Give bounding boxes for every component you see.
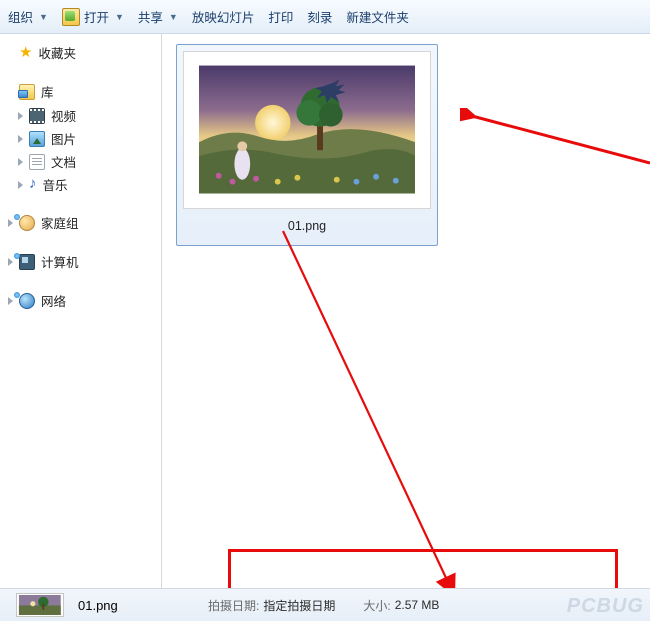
toolbar-slideshow[interactable]: 放映幻灯片 — [192, 7, 255, 26]
sidebar-item-label: 视频 — [51, 106, 76, 125]
video-icon — [29, 108, 45, 124]
toolbar: 组织 ▼ 打开 ▼ 共享 ▼ 放映幻灯片 打印 刻录 新建文件夹 — [0, 0, 650, 34]
expand-icon — [8, 219, 13, 227]
open-icon — [62, 8, 80, 26]
chevron-down-icon: ▼ — [169, 12, 178, 22]
sidebar-item-network[interactable]: 网络 — [0, 288, 161, 313]
libraries-group: 库 视频 图片 文档 ♪ 音乐 — [0, 79, 161, 196]
music-icon: ♪ — [29, 177, 37, 193]
details-size-value: 2.57 MB — [395, 598, 440, 612]
toolbar-newfolder[interactable]: 新建文件夹 — [346, 7, 409, 26]
file-thumbnail-selected[interactable]: 01.png — [176, 44, 438, 246]
sidebar-item-label: 音乐 — [43, 175, 68, 194]
documents-icon — [29, 154, 45, 170]
expand-icon — [8, 297, 13, 305]
sidebar-item-pictures[interactable]: 图片 — [0, 127, 161, 150]
favorites-header[interactable]: ★ 收藏夹 — [0, 40, 161, 65]
libraries-label: 库 — [41, 82, 54, 101]
details-date-value[interactable]: 指定拍摄日期 — [263, 597, 335, 614]
expand-icon — [18, 158, 23, 166]
sidebar-item-music[interactable]: ♪ 音乐 — [0, 173, 161, 196]
network-icon — [19, 293, 35, 309]
expand-icon — [18, 112, 23, 120]
toolbar-share-label: 共享 — [138, 7, 163, 26]
toolbar-burn-label: 刻录 — [307, 7, 332, 26]
toolbar-share[interactable]: 共享 ▼ — [138, 7, 178, 26]
expand-icon — [18, 135, 23, 143]
star-icon: ★ — [19, 46, 32, 60]
pictures-icon — [29, 131, 45, 147]
toolbar-newfolder-label: 新建文件夹 — [346, 7, 409, 26]
sidebar-item-label: 家庭组 — [41, 213, 79, 232]
sidebar-item-label: 图片 — [51, 129, 76, 148]
landscape-preview-icon — [18, 595, 62, 616]
main-area: ★ 收藏夹 库 视频 图片 文档 — [0, 34, 650, 588]
details-pane: 01.png 拍摄日期: 指定拍摄日期 大小: 2.57 MB — [0, 588, 650, 621]
file-name-label: 01.png — [183, 219, 431, 239]
expand-icon — [8, 258, 13, 266]
details-date-label: 拍摄日期: — [208, 597, 259, 614]
details-thumbnail — [16, 593, 64, 617]
toolbar-burn[interactable]: 刻录 — [307, 7, 332, 26]
chevron-down-icon: ▼ — [39, 12, 48, 22]
computer-icon — [19, 254, 35, 270]
toolbar-organize[interactable]: 组织 ▼ — [8, 7, 48, 26]
sidebar-item-label: 文档 — [51, 152, 76, 171]
toolbar-print[interactable]: 打印 — [268, 7, 293, 26]
toolbar-open[interactable]: 打开 ▼ — [62, 7, 124, 26]
sidebar-item-homegroup[interactable]: 家庭组 — [0, 210, 161, 235]
expand-icon — [18, 181, 23, 189]
thumbnail-image — [183, 51, 431, 209]
landscape-preview-icon — [199, 64, 415, 195]
sidebar-item-label: 网络 — [41, 291, 66, 310]
sidebar-item-label: 计算机 — [41, 252, 79, 271]
library-icon — [19, 84, 35, 100]
file-list-pane[interactable]: 01.png — [162, 34, 650, 588]
details-filename: 01.png — [78, 598, 208, 613]
toolbar-organize-label: 组织 — [8, 7, 33, 26]
navigation-pane: ★ 收藏夹 库 视频 图片 文档 — [0, 34, 162, 588]
libraries-header[interactable]: 库 — [0, 79, 161, 104]
details-size-label: 大小: — [363, 597, 390, 614]
favorites-group: ★ 收藏夹 — [0, 40, 161, 65]
sidebar-item-computer[interactable]: 计算机 — [0, 249, 161, 274]
toolbar-slideshow-label: 放映幻灯片 — [192, 7, 255, 26]
sidebar-item-video[interactable]: 视频 — [0, 104, 161, 127]
chevron-down-icon: ▼ — [115, 12, 124, 22]
sidebar-item-documents[interactable]: 文档 — [0, 150, 161, 173]
homegroup-icon — [19, 215, 35, 231]
favorites-label: 收藏夹 — [38, 43, 76, 62]
toolbar-open-label: 打开 — [84, 7, 109, 26]
toolbar-print-label: 打印 — [268, 7, 293, 26]
